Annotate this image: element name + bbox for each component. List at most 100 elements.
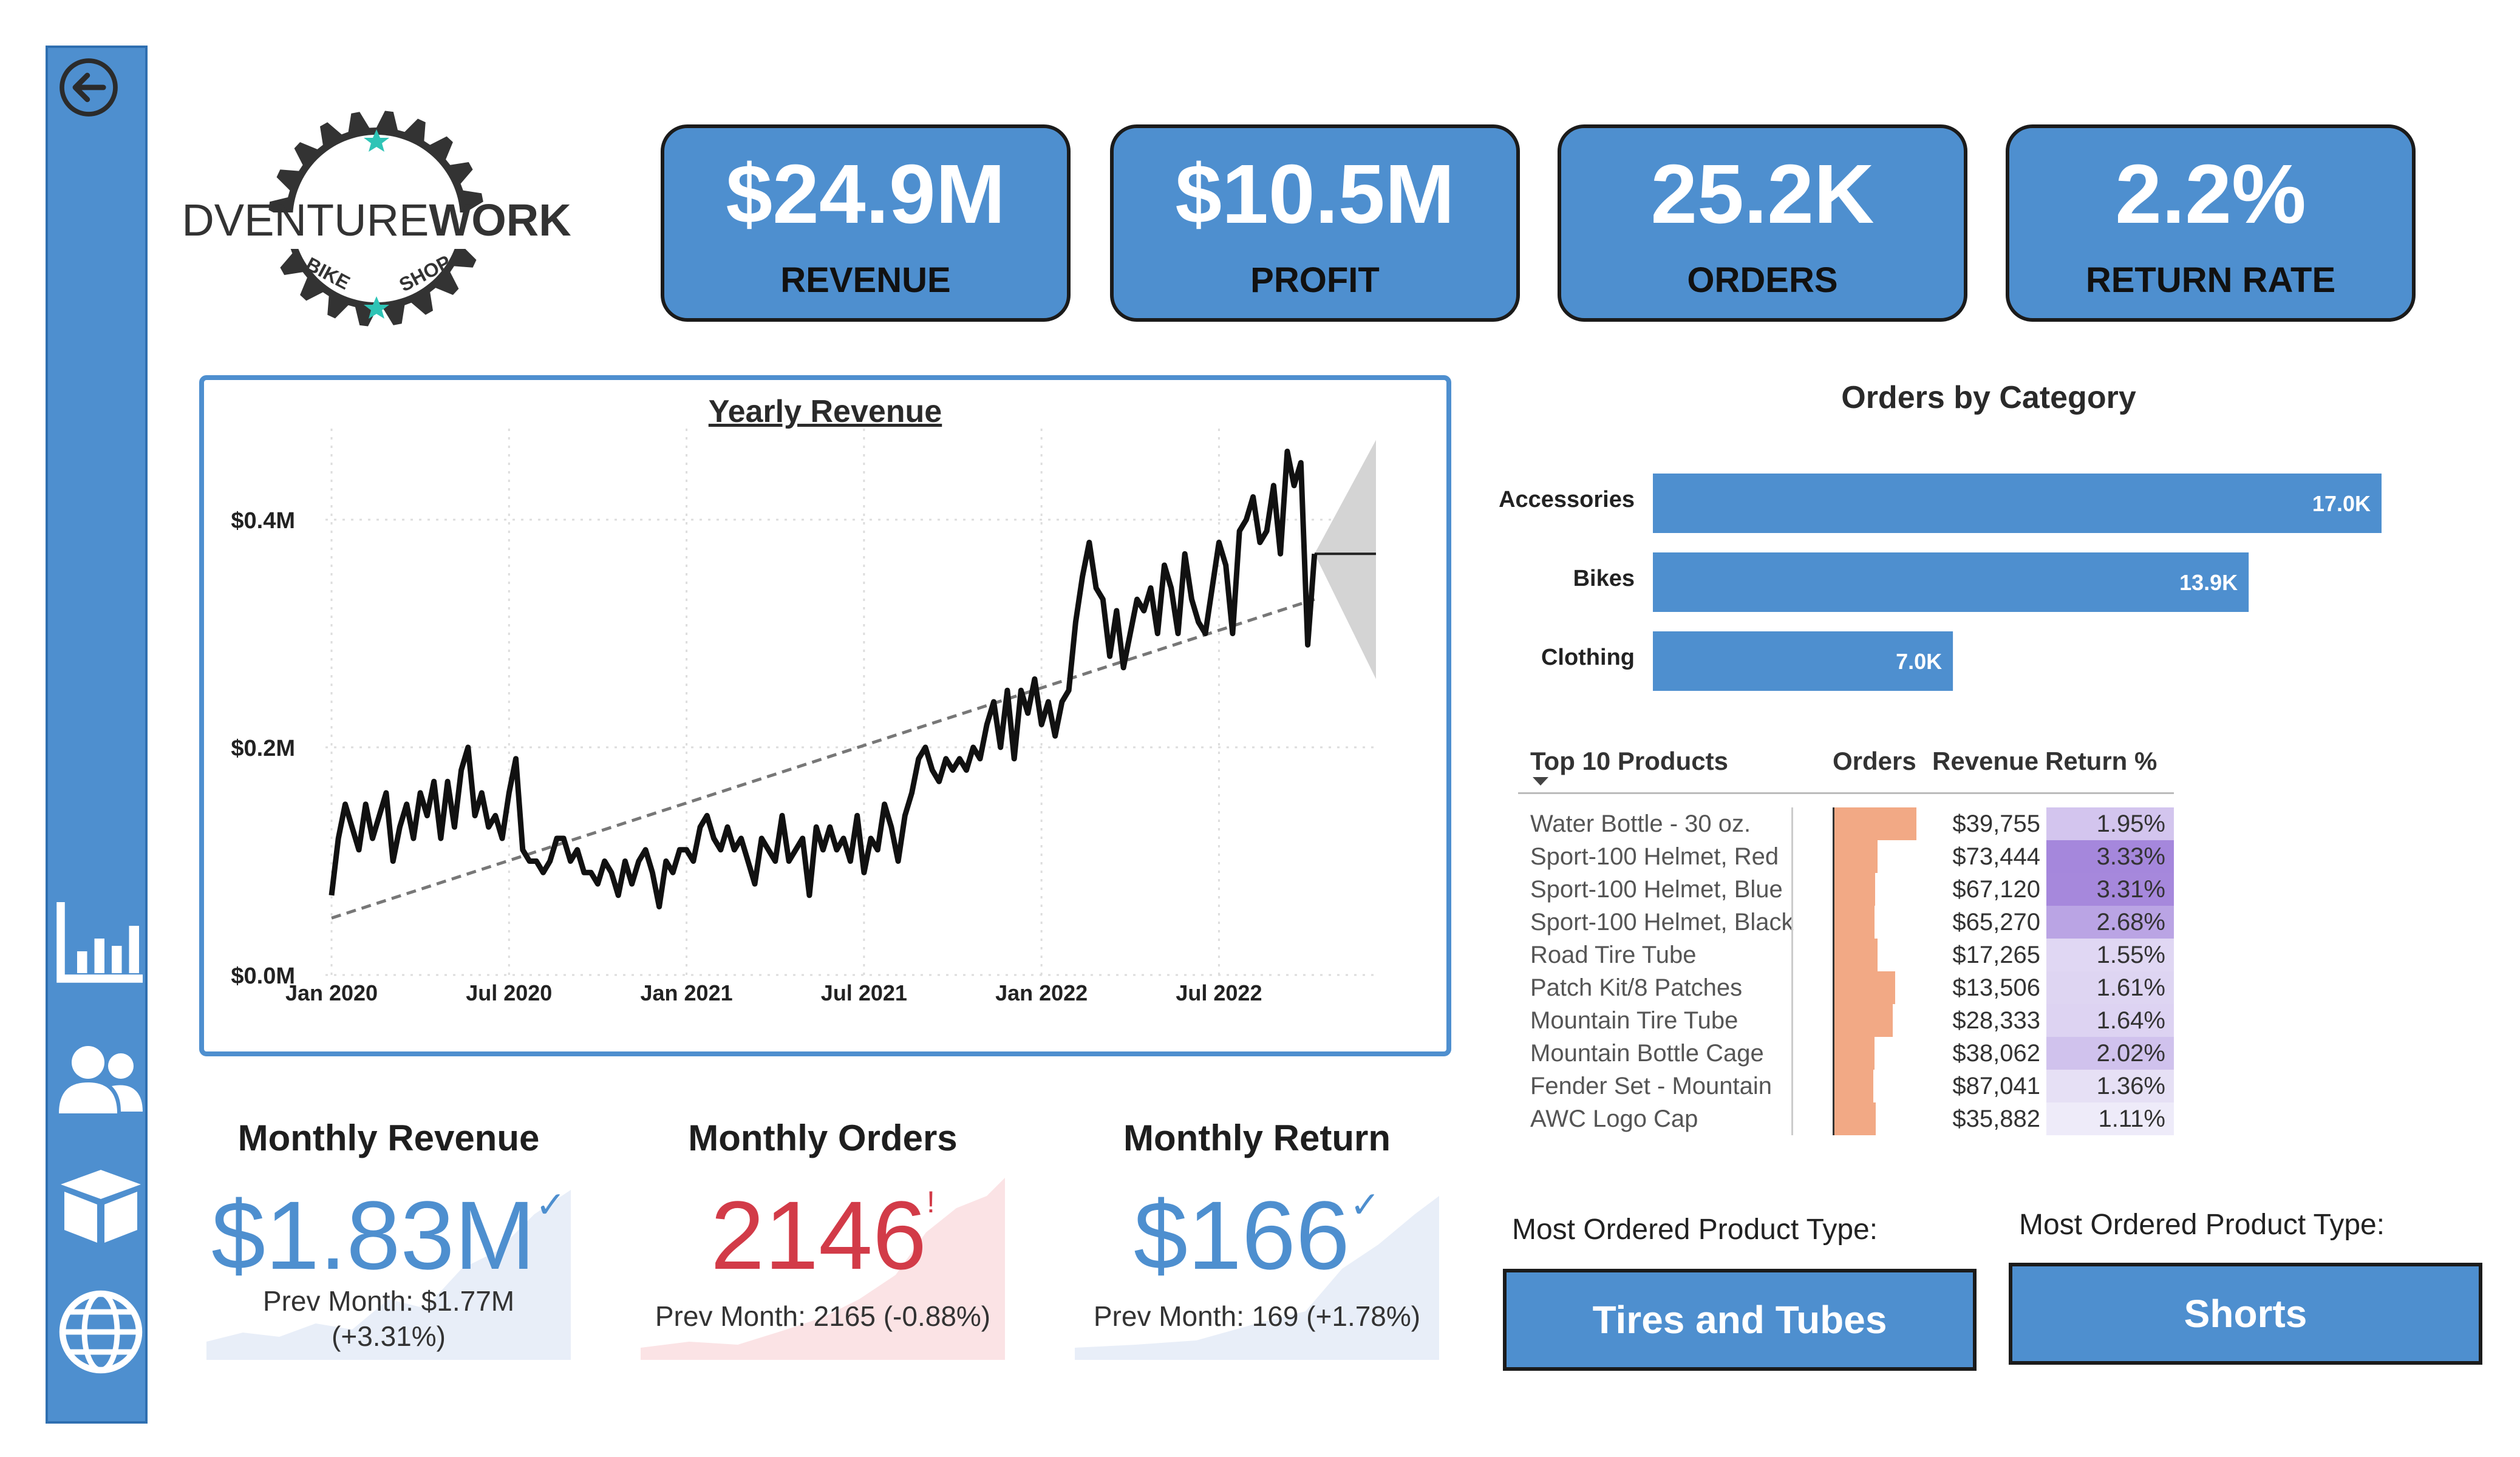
y-tick-label: $0.4M	[231, 508, 295, 534]
svg-text:ADVENTUREWORKS: ADVENTUREWORKS	[182, 195, 571, 245]
return-cell: 2.68%	[2046, 906, 2174, 939]
kpi-revenue: $24.9M REVENUE	[661, 124, 1071, 322]
return-cell: 3.33%	[2046, 840, 2174, 873]
return-cell: 1.95%	[2046, 807, 2174, 840]
revenue-cell: $13,506	[1952, 974, 2040, 1001]
adventureworks-logo: ADVENTUREWORKS BIKE SHOP	[182, 110, 571, 327]
revenue-cell: $67,120	[1952, 876, 2040, 903]
orders-bar	[1834, 906, 1875, 939]
header-product[interactable]: Top 10 Products	[1530, 747, 1728, 776]
table-row[interactable]: Mountain Bottle Cage $38,062 2.02%	[1518, 1037, 2186, 1070]
table-row[interactable]: Sport-100 Helmet, Red $73,444 3.33%	[1518, 840, 2186, 873]
table-row[interactable]: Road Tire Tube $17,265 1.55%	[1518, 939, 2186, 971]
return-cell: 1.55%	[2046, 939, 2174, 971]
product-name: AWC Logo Cap	[1530, 1105, 1698, 1132]
x-tick-label: Jan 2020	[285, 980, 378, 1005]
revenue-cell: $87,041	[1952, 1073, 2040, 1099]
card-title: Monthly Return	[1123, 1118, 1391, 1158]
revenue-cell: $39,755	[1952, 810, 2040, 837]
table-row[interactable]: Patch Kit/8 Patches $13,506 1.61%	[1518, 971, 2186, 1004]
table-row[interactable]: Water Bottle - 30 oz. $39,755 1.95%	[1518, 807, 2186, 840]
monthly-return-card: Monthly Return $166✓ Prev Month: 169 (+1…	[1063, 1117, 1451, 1372]
return-cell: 1.61%	[2046, 971, 2174, 1004]
header-return[interactable]: Return %	[2045, 747, 2157, 776]
sort-desc-icon[interactable]	[1533, 777, 1548, 787]
bar-chart-icon[interactable]	[55, 895, 146, 986]
orders-bar	[1834, 1037, 1875, 1070]
card-value: $166✓	[1133, 1181, 1381, 1289]
orders-bar	[1834, 1102, 1876, 1135]
product-name: Road Tire Tube	[1530, 942, 1697, 968]
revenue-cell: $65,270	[1952, 909, 2040, 936]
kpi-orders: 25.2K ORDERS	[1558, 124, 1967, 322]
kpi-value: $10.5M	[1175, 148, 1455, 241]
orders-by-category-chart[interactable]: Accessories 17.0K Bikes 13.9K Clothing 7.0K	[1488, 461, 2459, 704]
product-name: Sport-100 Helmet, Black	[1530, 909, 1794, 936]
card-prev: Prev Month: 2165 (-0.88%)	[655, 1300, 991, 1332]
monthly-orders-card: Monthly Orders 2146! Prev Month: 2165 (-…	[628, 1117, 1017, 1372]
orders-bar	[1834, 1004, 1893, 1037]
return-cell: 1.11%	[2046, 1102, 2174, 1135]
card-value: 2146!	[710, 1181, 935, 1289]
product-name: Mountain Tire Tube	[1530, 1007, 1738, 1034]
table-row[interactable]: Fender Set - Mountain $87,041 1.36%	[1518, 1070, 2186, 1102]
header-orders[interactable]: Orders	[1833, 747, 1916, 776]
revenue-cell: $73,444	[1952, 843, 2040, 870]
product-name: Mountain Bottle Cage	[1530, 1040, 1764, 1067]
product-name: Sport-100 Helmet, Red	[1530, 843, 1779, 870]
x-tick-label: Jan 2021	[641, 980, 733, 1005]
kpi-return-rate: 2.2% RETURN RATE	[2006, 124, 2416, 322]
yearly-revenue-chart[interactable]: $0.0M$0.2M$0.4MJan 2020 Jul 2020 Jan 2021 J…	[204, 380, 1446, 1051]
card-prev: Prev Month: 169 (+1.78%)	[1093, 1300, 1421, 1332]
back-icon[interactable]	[55, 54, 122, 121]
orders-axis-line	[1833, 807, 1834, 1135]
orders-bar	[1834, 807, 1916, 840]
x-tick-label: Jan 2022	[995, 980, 1088, 1005]
people-icon[interactable]	[55, 1031, 146, 1122]
orders-bar	[1834, 971, 1895, 1004]
bar-value-label: 13.9K	[2179, 570, 2238, 595]
bar-value-label: 17.0K	[2312, 491, 2371, 516]
column-divider	[1791, 807, 1793, 1135]
product-type-card[interactable]: Tires and Tubes	[1503, 1269, 1977, 1371]
kpi-label: PROFIT	[1250, 260, 1380, 300]
header-revenue[interactable]: Revenue	[1932, 747, 2038, 776]
kpi-profit: $10.5M PROFIT	[1110, 124, 1520, 322]
monthly-revenue-card: Monthly Revenue $1.83M✓ Prev Month: $1.7…	[194, 1117, 583, 1372]
kpi-value: $24.9M	[726, 148, 1006, 241]
kpi-label: RETURN RATE	[2085, 260, 2336, 300]
sidebar	[46, 46, 148, 1424]
orders-bar	[1834, 1070, 1874, 1102]
table-row[interactable]: Sport-100 Helmet, Black $65,270 2.68%	[1518, 906, 2186, 939]
kpi-label: REVENUE	[780, 260, 951, 300]
product-type-label: Most Ordered Product Type:	[2019, 1209, 2385, 1241]
return-cell: 1.64%	[2046, 1004, 2174, 1037]
kpi-label: ORDERS	[1687, 260, 1838, 300]
orders-bar	[1834, 873, 1875, 906]
return-cell: 1.36%	[2046, 1070, 2174, 1102]
table-row[interactable]: AWC Logo Cap $35,882 1.11%	[1518, 1102, 2186, 1135]
category-bar	[1653, 474, 2382, 533]
box-icon[interactable]	[55, 1159, 146, 1250]
product-name: Patch Kit/8 Patches	[1530, 974, 1743, 1001]
y-tick-label: $0.2M	[231, 736, 295, 761]
product-type-card[interactable]: Shorts	[2009, 1263, 2482, 1365]
category-label: Clothing	[1541, 645, 1635, 670]
table-row[interactable]: Sport-100 Helmet, Blue $67,120 3.31%	[1518, 873, 2186, 906]
globe-icon[interactable]	[55, 1286, 146, 1377]
table-header-divider	[1518, 792, 2174, 794]
product-name: Water Bottle - 30 oz.	[1530, 810, 1751, 837]
card-prev: Prev Month: $1.77M (+3.31%)	[262, 1285, 515, 1352]
revenue-cell: $28,333	[1952, 1007, 2040, 1034]
card-value: $1.83M✓	[211, 1181, 566, 1289]
category-label: Bikes	[1573, 566, 1635, 591]
product-type-label: Most Ordered Product Type:	[1512, 1214, 1878, 1246]
revenue-cell: $38,062	[1952, 1040, 2040, 1067]
product-name: Sport-100 Helmet, Blue	[1530, 876, 1783, 903]
category-bar	[1653, 552, 2249, 612]
table-row[interactable]: Mountain Tire Tube $28,333 1.64%	[1518, 1004, 2186, 1037]
kpi-value: 25.2K	[1650, 148, 1875, 241]
revenue-cell: $17,265	[1952, 942, 2040, 968]
card-title: Monthly Orders	[688, 1118, 958, 1158]
forecast-band	[1314, 440, 1376, 679]
